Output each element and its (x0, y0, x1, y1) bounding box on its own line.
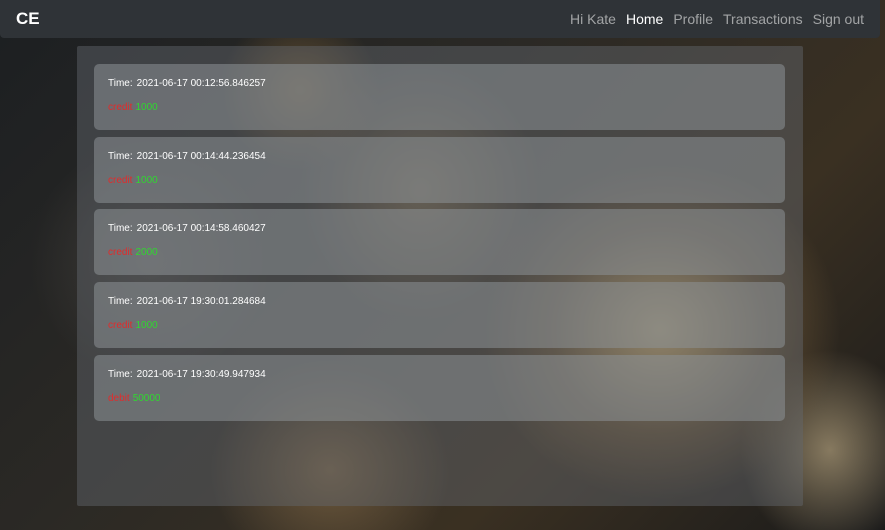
transaction-time: Time: 2021-06-17 00:14:58.460427 (108, 223, 771, 235)
transactions-panel: Time: 2021-06-17 00:12:56.846257 credit … (77, 46, 803, 506)
time-value: 2021-06-17 00:12:56.846257 (136, 78, 266, 89)
transaction-time: Time: 2021-06-17 19:30:01.284684 (108, 296, 771, 308)
nav-link-sign-out[interactable]: Sign out (813, 11, 864, 27)
transaction-detail: credit 1000 (108, 175, 771, 187)
transaction-type: credit (108, 175, 133, 186)
time-value: 2021-06-17 00:14:58.460427 (136, 223, 266, 234)
time-label: Time: (108, 78, 133, 89)
time-value: 2021-06-17 19:30:01.284684 (136, 296, 266, 307)
brand-logo[interactable]: CE (16, 9, 40, 29)
transaction-type: credit (108, 320, 133, 331)
time-label: Time: (108, 151, 133, 162)
transaction-amount: 2000 (135, 247, 158, 258)
transaction-detail: credit 1000 (108, 320, 771, 332)
transaction-time: Time: 2021-06-17 00:14:44.236454 (108, 151, 771, 163)
time-label: Time: (108, 223, 133, 234)
transaction-amount: 1000 (135, 320, 158, 331)
nav-links: Hi Kate Home Profile Transactions Sign o… (570, 11, 864, 27)
transaction-time: Time: 2021-06-17 19:30:49.947934 (108, 369, 771, 381)
nav-link-transactions[interactable]: Transactions (723, 11, 803, 27)
time-label: Time: (108, 296, 133, 307)
transaction-card: Time: 2021-06-17 00:12:56.846257 credit … (94, 64, 785, 130)
transaction-amount: 50000 (132, 393, 161, 404)
transaction-card: Time: 2021-06-17 00:14:44.236454 credit … (94, 137, 785, 203)
time-label: Time: (108, 369, 133, 380)
nav-link-profile[interactable]: Profile (673, 11, 713, 27)
transaction-detail: credit 1000 (108, 102, 771, 114)
transaction-card: Time: 2021-06-17 19:30:01.284684 credit … (94, 282, 785, 348)
transaction-type: credit (108, 102, 133, 113)
top-navbar: CE Hi Kate Home Profile Transactions Sig… (0, 0, 880, 38)
transaction-detail: debit 50000 (108, 393, 771, 405)
time-value: 2021-06-17 19:30:49.947934 (136, 369, 266, 380)
transaction-type: debit (108, 393, 130, 404)
nav-link-home[interactable]: Home (626, 11, 663, 27)
transaction-card: Time: 2021-06-17 00:14:58.460427 credit … (94, 209, 785, 275)
transaction-detail: credit 2000 (108, 247, 771, 259)
time-value: 2021-06-17 00:14:44.236454 (136, 151, 266, 162)
transaction-time: Time: 2021-06-17 00:12:56.846257 (108, 78, 771, 90)
transaction-type: credit (108, 247, 133, 258)
transaction-amount: 1000 (135, 175, 158, 186)
greeting-text: Hi Kate (570, 11, 616, 27)
transaction-amount: 1000 (135, 102, 158, 113)
transaction-card: Time: 2021-06-17 19:30:49.947934 debit 5… (94, 355, 785, 421)
